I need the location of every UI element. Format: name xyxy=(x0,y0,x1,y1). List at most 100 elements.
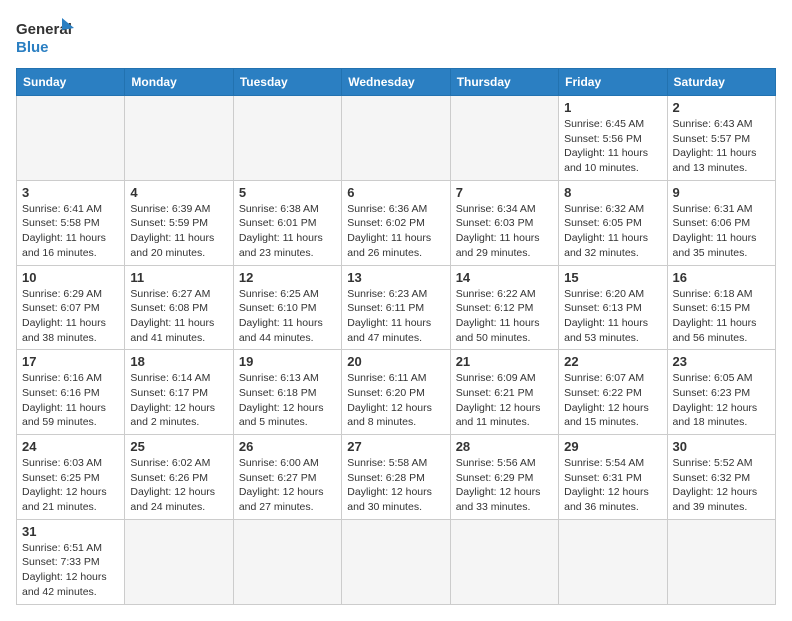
day-number: 11 xyxy=(130,270,227,285)
day-number: 21 xyxy=(456,354,553,369)
calendar-cell xyxy=(667,519,775,604)
day-number: 29 xyxy=(564,439,661,454)
day-number: 19 xyxy=(239,354,336,369)
weekday-header-wednesday: Wednesday xyxy=(342,69,450,96)
week-row-5: 24Sunrise: 6:03 AM Sunset: 6:25 PM Dayli… xyxy=(17,435,776,520)
weekday-header-row: SundayMondayTuesdayWednesdayThursdayFrid… xyxy=(17,69,776,96)
day-number: 18 xyxy=(130,354,227,369)
calendar-cell: 9 Sunrise: 6:31 AM Sunset: 6:06 PM Daylig… xyxy=(667,180,775,265)
weekday-header-friday: Friday xyxy=(559,69,667,96)
day-number: 15 xyxy=(564,270,661,285)
day-number: 31 xyxy=(22,524,119,539)
weekday-header-thursday: Thursday xyxy=(450,69,558,96)
day-info: Sunrise: 6:32 AM Sunset: 6:05 PM Dayligh… xyxy=(564,202,661,261)
calendar-cell: 5Sunrise: 6:38 AM Sunset: 6:01 PM Daylig… xyxy=(233,180,341,265)
day-number: 4 xyxy=(130,185,227,200)
calendar-cell xyxy=(125,96,233,181)
calendar-cell: 7Sunrise: 6:34 AM Sunset: 6:03 PM Daylig… xyxy=(450,180,558,265)
calendar-cell: 17 Sunrise: 6:16 AM Sunset: 6:16 PM Dayli… xyxy=(17,350,125,435)
day-number: 22 xyxy=(564,354,661,369)
weekday-header-monday: Monday xyxy=(125,69,233,96)
calendar-cell xyxy=(450,519,558,604)
day-info: Sunrise: 6:41 AM Sunset: 5:58 PM Dayligh… xyxy=(22,202,119,261)
calendar-cell: 10Sunrise: 6:29 AM Sunset: 6:07 PM Dayli… xyxy=(17,265,125,350)
day-info: Sunrise: 6:00 AM Sunset: 6:27 PM Dayligh… xyxy=(239,456,336,515)
weekday-header-tuesday: Tuesday xyxy=(233,69,341,96)
day-info: Sunrise: 6:27 AM Sunset: 6:08 PM Dayligh… xyxy=(130,287,227,346)
day-info: Sunrise: 6:38 AM Sunset: 6:01 PM Dayligh… xyxy=(239,202,336,261)
calendar-cell: 31 Sunrise: 6:51 AM Sunset: 7:33 PM Dayli… xyxy=(17,519,125,604)
day-info: Sunrise: 6:51 AM Sunset: 7:33 PM Dayligh… xyxy=(22,541,119,600)
day-info: Sunrise: 6:07 AM Sunset: 6:22 PM Dayligh… xyxy=(564,371,661,430)
day-info: Sunrise: 6:16 AM Sunset: 6:16 PM Dayligh… xyxy=(22,371,119,430)
day-info: Sunrise: 6:02 AM Sunset: 6:26 PM Dayligh… xyxy=(130,456,227,515)
day-info: Sunrise: 6:05 AM Sunset: 6:23 PM Dayligh… xyxy=(673,371,770,430)
calendar-cell: 16 Sunrise: 6:18 AM Sunset: 6:15 PM Dayli… xyxy=(667,265,775,350)
logo-svg: General Blue xyxy=(16,16,76,60)
day-info: Sunrise: 5:54 AM Sunset: 6:31 PM Dayligh… xyxy=(564,456,661,515)
calendar-cell: 24Sunrise: 6:03 AM Sunset: 6:25 PM Dayli… xyxy=(17,435,125,520)
day-info: Sunrise: 5:58 AM Sunset: 6:28 PM Dayligh… xyxy=(347,456,444,515)
calendar-cell: 26Sunrise: 6:00 AM Sunset: 6:27 PM Dayli… xyxy=(233,435,341,520)
day-number: 8 xyxy=(564,185,661,200)
day-number: 13 xyxy=(347,270,444,285)
day-number: 2 xyxy=(673,100,770,115)
week-row-4: 17 Sunrise: 6:16 AM Sunset: 6:16 PM Dayli… xyxy=(17,350,776,435)
day-number: 30 xyxy=(673,439,770,454)
day-info: Sunrise: 5:56 AM Sunset: 6:29 PM Dayligh… xyxy=(456,456,553,515)
day-number: 17 xyxy=(22,354,119,369)
calendar-cell: 23 Sunrise: 6:05 AM Sunset: 6:23 PM Dayli… xyxy=(667,350,775,435)
svg-text:Blue: Blue xyxy=(16,39,49,56)
day-number: 23 xyxy=(673,354,770,369)
day-info: Sunrise: 6:11 AM Sunset: 6:20 PM Dayligh… xyxy=(347,371,444,430)
day-number: 9 xyxy=(673,185,770,200)
logo: General Blue xyxy=(16,16,76,60)
day-info: Sunrise: 6:29 AM Sunset: 6:07 PM Dayligh… xyxy=(22,287,119,346)
day-number: 28 xyxy=(456,439,553,454)
calendar-cell: 20Sunrise: 6:11 AM Sunset: 6:20 PM Dayli… xyxy=(342,350,450,435)
day-info: Sunrise: 6:23 AM Sunset: 6:11 PM Dayligh… xyxy=(347,287,444,346)
day-info: Sunrise: 6:22 AM Sunset: 6:12 PM Dayligh… xyxy=(456,287,553,346)
calendar-cell xyxy=(342,519,450,604)
calendar-cell xyxy=(233,96,341,181)
day-number: 25 xyxy=(130,439,227,454)
calendar-cell: 3Sunrise: 6:41 AM Sunset: 5:58 PM Daylig… xyxy=(17,180,125,265)
day-info: Sunrise: 6:39 AM Sunset: 5:59 PM Dayligh… xyxy=(130,202,227,261)
day-info: Sunrise: 6:36 AM Sunset: 6:02 PM Dayligh… xyxy=(347,202,444,261)
calendar-cell xyxy=(450,96,558,181)
week-row-2: 3Sunrise: 6:41 AM Sunset: 5:58 PM Daylig… xyxy=(17,180,776,265)
day-info: Sunrise: 6:31 AM Sunset: 6:06 PM Dayligh… xyxy=(673,202,770,261)
calendar-table: SundayMondayTuesdayWednesdayThursdayFrid… xyxy=(16,68,776,605)
day-info: Sunrise: 6:34 AM Sunset: 6:03 PM Dayligh… xyxy=(456,202,553,261)
day-info: Sunrise: 6:45 AM Sunset: 5:56 PM Dayligh… xyxy=(564,117,661,176)
calendar-cell: 13 Sunrise: 6:23 AM Sunset: 6:11 PM Dayli… xyxy=(342,265,450,350)
calendar-cell xyxy=(342,96,450,181)
day-number: 24 xyxy=(22,439,119,454)
calendar-cell xyxy=(125,519,233,604)
calendar-cell: 30Sunrise: 5:52 AM Sunset: 6:32 PM Dayli… xyxy=(667,435,775,520)
calendar-cell: 4 Sunrise: 6:39 AM Sunset: 5:59 PM Daylig… xyxy=(125,180,233,265)
day-info: Sunrise: 6:14 AM Sunset: 6:17 PM Dayligh… xyxy=(130,371,227,430)
day-info: Sunrise: 6:18 AM Sunset: 6:15 PM Dayligh… xyxy=(673,287,770,346)
calendar-cell: 6 Sunrise: 6:36 AM Sunset: 6:02 PM Daylig… xyxy=(342,180,450,265)
week-row-6: 31 Sunrise: 6:51 AM Sunset: 7:33 PM Dayli… xyxy=(17,519,776,604)
calendar-cell xyxy=(559,519,667,604)
day-info: Sunrise: 6:13 AM Sunset: 6:18 PM Dayligh… xyxy=(239,371,336,430)
calendar-cell: 18 Sunrise: 6:14 AM Sunset: 6:17 PM Dayli… xyxy=(125,350,233,435)
day-number: 16 xyxy=(673,270,770,285)
week-row-3: 10Sunrise: 6:29 AM Sunset: 6:07 PM Dayli… xyxy=(17,265,776,350)
calendar-cell: 19 Sunrise: 6:13 AM Sunset: 6:18 PM Dayli… xyxy=(233,350,341,435)
day-info: Sunrise: 6:43 AM Sunset: 5:57 PM Dayligh… xyxy=(673,117,770,176)
calendar-cell: 22 Sunrise: 6:07 AM Sunset: 6:22 PM Dayli… xyxy=(559,350,667,435)
weekday-header-sunday: Sunday xyxy=(17,69,125,96)
week-row-1: 1 Sunrise: 6:45 AM Sunset: 5:56 PM Daylig… xyxy=(17,96,776,181)
page-header: General Blue xyxy=(16,16,776,60)
day-number: 6 xyxy=(347,185,444,200)
day-number: 27 xyxy=(347,439,444,454)
calendar-cell: 15Sunrise: 6:20 AM Sunset: 6:13 PM Dayli… xyxy=(559,265,667,350)
calendar-cell: 1 Sunrise: 6:45 AM Sunset: 5:56 PM Daylig… xyxy=(559,96,667,181)
day-number: 1 xyxy=(564,100,661,115)
calendar-cell xyxy=(233,519,341,604)
calendar-cell: 14Sunrise: 6:22 AM Sunset: 6:12 PM Dayli… xyxy=(450,265,558,350)
calendar-cell: 25 Sunrise: 6:02 AM Sunset: 6:26 PM Dayli… xyxy=(125,435,233,520)
